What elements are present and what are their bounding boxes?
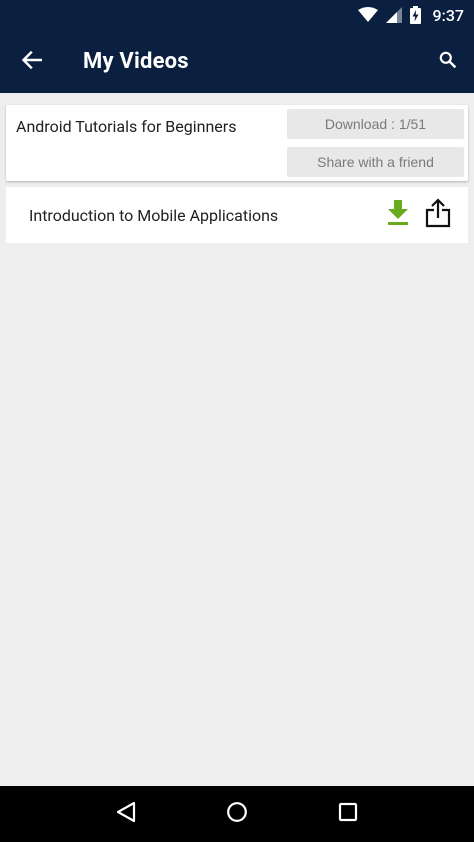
list-item[interactable]: Introduction to Mobile Applications bbox=[6, 187, 468, 243]
app-bar: My Videos bbox=[0, 30, 474, 93]
back-button[interactable] bbox=[0, 30, 64, 93]
video-title: Introduction to Mobile Applications bbox=[29, 205, 279, 225]
system-nav-bar bbox=[0, 786, 474, 842]
circle-home-icon bbox=[226, 801, 248, 827]
triangle-back-icon bbox=[115, 801, 137, 827]
search-button[interactable] bbox=[420, 30, 474, 93]
status-bar: 9:37 bbox=[0, 0, 474, 30]
playlist-card: Android Tutorials for Beginners Download… bbox=[6, 105, 468, 181]
screen: 9:37 My Videos Android Tutorials for Beg… bbox=[0, 0, 474, 842]
share-video-button[interactable] bbox=[418, 195, 458, 235]
download-video-button[interactable] bbox=[378, 195, 418, 235]
nav-home-button[interactable] bbox=[215, 792, 259, 836]
nav-back-button[interactable] bbox=[104, 792, 148, 836]
cell-signal-icon bbox=[385, 7, 402, 23]
share-icon bbox=[425, 198, 451, 232]
playlist-title: Android Tutorials for Beginners bbox=[16, 117, 237, 136]
download-icon bbox=[387, 200, 409, 230]
square-recents-icon bbox=[338, 802, 358, 826]
search-icon bbox=[439, 51, 456, 72]
share-with-friend-button[interactable]: Share with a friend bbox=[287, 147, 464, 177]
download-all-button[interactable]: Download : 1/51 bbox=[287, 109, 464, 139]
battery-charging-icon bbox=[409, 6, 421, 24]
nav-recents-button[interactable] bbox=[326, 792, 370, 836]
status-time: 9:37 bbox=[432, 5, 465, 25]
wifi-icon bbox=[357, 7, 378, 23]
page-title: My Videos bbox=[83, 49, 189, 74]
arrow-left-icon bbox=[21, 50, 43, 73]
